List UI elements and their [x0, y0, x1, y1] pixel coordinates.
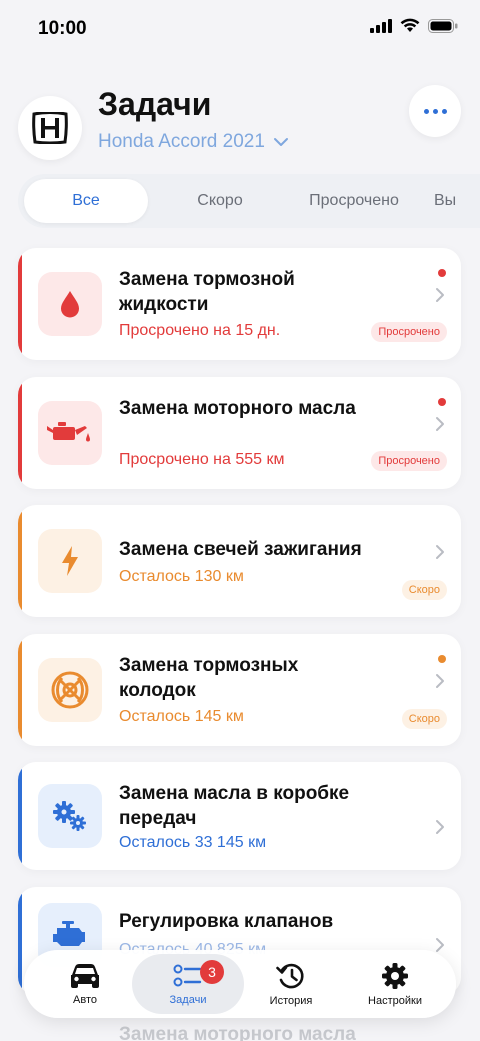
- chevron-right-icon: [436, 288, 444, 302]
- filter-tabs: Все Скоро Просрочено Вы: [18, 174, 480, 228]
- status-dot: [438, 398, 446, 406]
- status-dot: [438, 655, 446, 663]
- wifi-icon: [400, 18, 420, 32]
- tab-all[interactable]: Все: [24, 179, 148, 223]
- nav-auto-label: Авто: [73, 993, 97, 1006]
- chevron-down-icon: [273, 138, 288, 146]
- task-title: Замена масла в коробке передач: [119, 783, 350, 829]
- honda-logo-icon: [32, 112, 68, 144]
- task-status: Осталось 130 км: [119, 568, 244, 585]
- accent-bar: [18, 762, 22, 870]
- task-status: Осталось 33 145 км: [119, 834, 267, 851]
- chevron-right-icon: [436, 417, 444, 431]
- task-title: Замена моторного масла: [119, 398, 356, 419]
- task-card-brake-fluid[interactable]: Замена тормозной жидкости Просрочено на …: [18, 248, 461, 360]
- car-icon: [71, 963, 99, 988]
- oil-can-icon: [38, 401, 102, 465]
- bottom-tab-bar: Авто Задачи 3 История Настройки: [24, 950, 456, 1018]
- task-status: Просрочено на 15 дн.: [119, 322, 281, 339]
- car-name: Honda Accord 2021: [98, 131, 265, 152]
- status-badge: Просрочено: [371, 451, 447, 471]
- more-options-button[interactable]: [409, 85, 461, 137]
- car-selector[interactable]: Honda Accord 2021: [98, 131, 289, 153]
- nav-history-label: История: [269, 994, 313, 1007]
- status-dot: [438, 269, 446, 277]
- task-title: Регулировка клапанов: [119, 911, 334, 932]
- task-card-engine-oil[interactable]: Замена моторного масла Просрочено на 555…: [18, 377, 461, 489]
- cellular-signal-icon: [370, 18, 392, 33]
- accent-bar: [18, 377, 22, 489]
- tasks-list-icon: [173, 964, 202, 986]
- accent-bar: [18, 887, 22, 995]
- task-title: Замена свечей зажигания: [119, 539, 362, 560]
- task-card-brake-pads[interactable]: Замена тормозных колодок Осталось 145 км…: [18, 634, 461, 746]
- status-badge: Скоро: [401, 580, 447, 600]
- tasks-count-badge: 3: [200, 960, 224, 984]
- brake-fluid-drop-icon: [38, 272, 102, 336]
- accent-bar: [18, 248, 22, 360]
- battery-icon: [428, 18, 458, 33]
- nav-settings-label: Настройки: [368, 994, 422, 1007]
- tab-overdue[interactable]: Просрочено: [294, 179, 414, 223]
- nav-tasks[interactable]: Задачи 3: [132, 954, 244, 1014]
- chevron-right-icon: [436, 674, 444, 688]
- chevron-right-icon: [436, 545, 444, 559]
- status-badge: Просрочено: [371, 322, 447, 342]
- chevron-right-icon: [436, 820, 444, 834]
- nav-settings[interactable]: Настройки: [354, 950, 436, 1018]
- tab-soon[interactable]: Скоро: [168, 179, 272, 223]
- history-clock-icon: [276, 963, 304, 988]
- task-status: Осталось 145 км: [119, 708, 244, 725]
- page-title: Задачи: [98, 86, 212, 122]
- gears-icon: [38, 784, 102, 848]
- task-title: Замена тормозной жидкости: [119, 269, 295, 315]
- nav-history[interactable]: История: [250, 950, 332, 1018]
- status-time: 10:00: [38, 18, 87, 39]
- chevron-right-icon: [436, 938, 444, 952]
- accent-bar: [18, 505, 22, 617]
- status-bar: 10:00: [0, 0, 480, 60]
- faded-next-task-title: Замена моторного масла: [119, 1024, 356, 1041]
- accent-bar: [18, 634, 22, 746]
- gear-icon: [382, 962, 408, 989]
- honda-logo: [18, 96, 82, 160]
- brake-disc-icon: [38, 658, 102, 722]
- more-horizontal-icon: [423, 108, 429, 114]
- nav-auto[interactable]: Авто: [44, 950, 126, 1018]
- nav-tasks-label: Задачи: [169, 993, 207, 1006]
- task-card-gearbox-oil[interactable]: Замена масла в коробке передач Осталось …: [18, 762, 461, 870]
- tab-done[interactable]: Вы: [434, 179, 474, 223]
- more-dot: [432, 108, 438, 114]
- task-card-spark-plugs[interactable]: Замена свечей зажигания Осталось 130 км …: [18, 505, 461, 617]
- status-badge: Скоро: [401, 709, 447, 729]
- task-title: Замена тормозных колодок: [119, 655, 299, 701]
- lightning-icon: [38, 529, 102, 593]
- status-icons: [370, 18, 458, 33]
- task-status: Просрочено на 555 км: [119, 451, 285, 468]
- more-dot: [441, 108, 447, 114]
